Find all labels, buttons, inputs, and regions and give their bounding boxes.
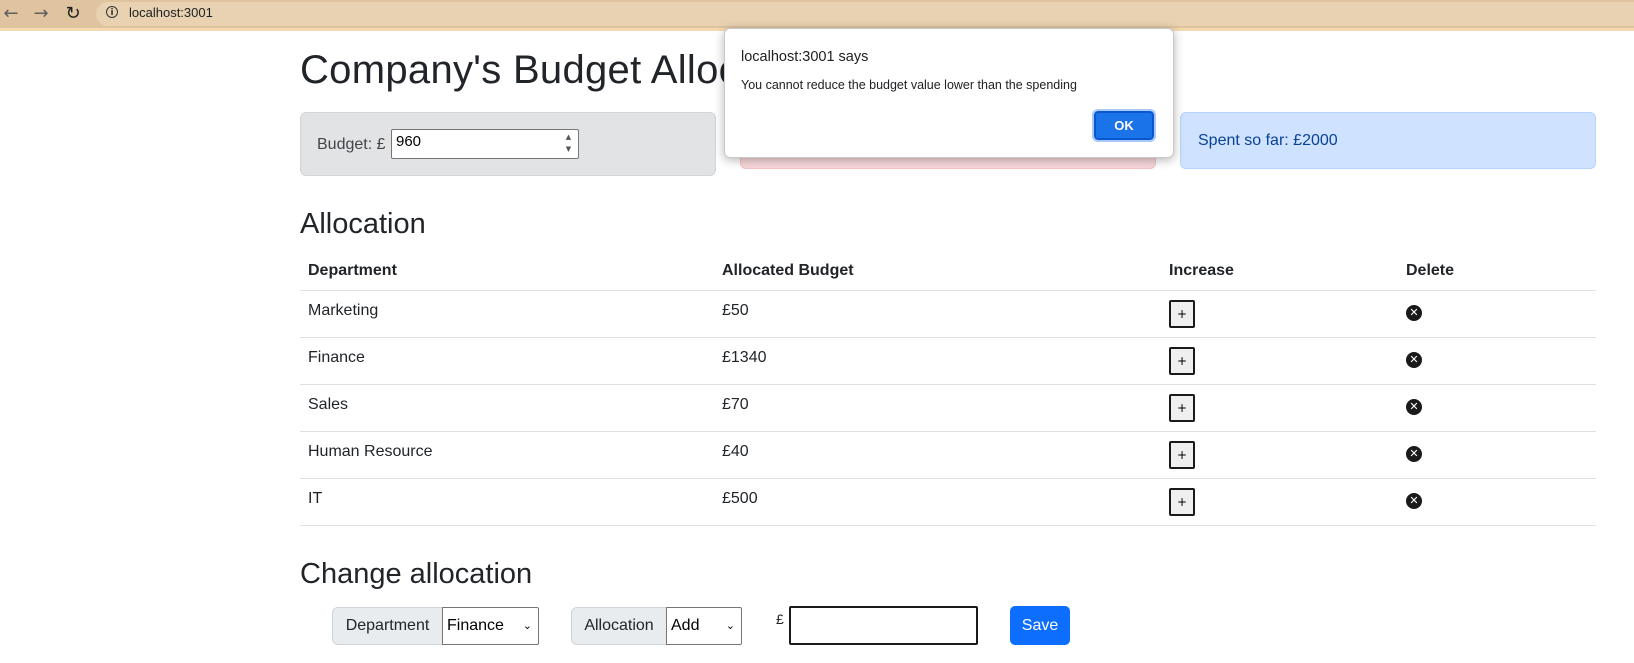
allocation-addon-label: Allocation <box>571 607 667 645</box>
delete-cell: ✕ <box>1398 337 1596 385</box>
increase-cell: + <box>1161 431 1398 479</box>
budget-cell: £40 <box>714 431 1161 479</box>
budget-cell: £70 <box>714 384 1161 432</box>
increase-button[interactable]: + <box>1169 300 1195 328</box>
dialog-title: localhost:3001 says <box>741 49 869 65</box>
column-header-department: Department <box>300 252 714 291</box>
increase-cell: + <box>1161 478 1398 526</box>
dialog-message: You cannot reduce the budget value lower… <box>741 78 1077 92</box>
table-row: Sales £70 + ✕ <box>300 384 1596 432</box>
table-row: Finance £1340 + ✕ <box>300 337 1596 385</box>
department-name: Finance <box>308 349 365 366</box>
spent-card: Spent so far: £2000 <box>1180 112 1596 169</box>
save-button[interactable]: Save <box>1010 606 1070 645</box>
increase-cell: + <box>1161 290 1398 338</box>
allocated-budget: £500 <box>722 490 758 507</box>
department-cell: Finance <box>300 337 714 385</box>
close-circle-icon[interactable]: ✕ <box>1406 352 1422 368</box>
allocated-budget: £70 <box>722 396 749 413</box>
increase-button[interactable]: + <box>1169 441 1195 469</box>
spinner-down-icon[interactable]: ▼ <box>561 143 576 155</box>
increase-button[interactable]: + <box>1169 347 1195 375</box>
info-icon[interactable]: i <box>106 6 118 18</box>
allocated-budget: £1340 <box>722 349 767 366</box>
budget-cell: £50 <box>714 290 1161 338</box>
increase-cell: + <box>1161 384 1398 432</box>
column-header-increase: Increase <box>1161 252 1398 291</box>
allocation-select[interactable]: Add ⌄ <box>666 607 742 645</box>
department-cell: Marketing <box>300 290 714 338</box>
increase-button[interactable]: + <box>1169 394 1195 422</box>
delete-cell: ✕ <box>1398 431 1596 479</box>
alert-dialog: localhost:3001 says You cannot reduce th… <box>724 28 1174 158</box>
address-bar[interactable] <box>96 2 1634 26</box>
department-addon-label: Department <box>332 607 443 645</box>
allocation-table: Department Allocated Budget Increase Del… <box>300 252 1596 526</box>
department-name: Human Resource <box>308 443 433 460</box>
department-name: Marketing <box>308 302 379 319</box>
spinner-up-icon[interactable]: ▲ <box>561 131 576 143</box>
delete-cell: ✕ <box>1398 384 1596 432</box>
table-row: IT £500 + ✕ <box>300 478 1596 526</box>
increase-cell: + <box>1161 337 1398 385</box>
browser-toolbar: ← → ↻ i localhost:3001 <box>0 0 1634 31</box>
increase-button[interactable]: + <box>1169 488 1195 516</box>
budget-label: Budget: £ <box>317 136 386 153</box>
department-cell: Sales <box>300 384 714 432</box>
allocated-budget: £50 <box>722 302 749 319</box>
change-allocation-title: Change allocation <box>300 558 533 590</box>
close-circle-icon[interactable]: ✕ <box>1406 399 1422 415</box>
table-row: Human Resource £40 + ✕ <box>300 431 1596 479</box>
delete-cell: ✕ <box>1398 478 1596 526</box>
allocation-select-value: Add <box>671 617 700 634</box>
department-select[interactable]: Finance ⌄ <box>442 607 539 645</box>
allocation-title: Allocation <box>300 208 426 240</box>
budget-spinner[interactable]: ▲ ▼ <box>561 131 576 157</box>
chevron-down-icon: ⌄ <box>522 619 532 632</box>
column-header-allocated-budget: Allocated Budget <box>714 252 1161 291</box>
department-name: IT <box>308 490 323 507</box>
table-header-row: Department Allocated Budget Increase Del… <box>300 252 1596 291</box>
budget-cell: £500 <box>714 478 1161 526</box>
close-circle-icon[interactable]: ✕ <box>1406 305 1422 321</box>
department-cell: Human Resource <box>300 431 714 479</box>
reload-icon[interactable]: ↻ <box>62 3 84 25</box>
close-circle-icon[interactable]: ✕ <box>1406 493 1422 509</box>
budget-input[interactable]: 960 <box>391 129 579 159</box>
back-arrow-icon[interactable]: ← <box>0 3 22 25</box>
delete-cell: ✕ <box>1398 290 1596 338</box>
ok-button[interactable]: OK <box>1092 109 1156 142</box>
currency-label: £ <box>776 611 784 627</box>
budget-cell: £1340 <box>714 337 1161 385</box>
table-row: Marketing £50 + ✕ <box>300 290 1596 338</box>
chevron-down-icon: ⌄ <box>725 619 735 632</box>
department-name: Sales <box>308 396 349 413</box>
allocated-budget: £40 <box>722 443 749 460</box>
forward-arrow-icon[interactable]: → <box>30 3 52 25</box>
department-select-value: Finance <box>447 617 504 634</box>
column-header-delete: Delete <box>1398 252 1596 291</box>
department-cell: IT <box>300 478 714 526</box>
address-bar-url[interactable]: localhost:3001 <box>129 5 213 20</box>
budget-card: Budget: £ 960 ▲ ▼ <box>300 112 716 176</box>
amount-input[interactable] <box>789 606 978 645</box>
close-circle-icon[interactable]: ✕ <box>1406 446 1422 462</box>
spent-text: Spent so far: £2000 <box>1198 132 1338 149</box>
